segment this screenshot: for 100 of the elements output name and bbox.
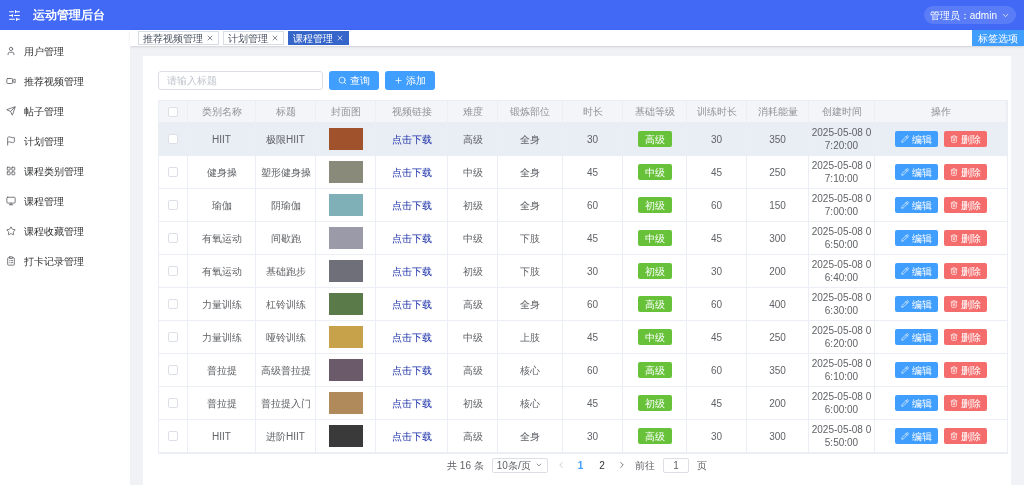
pencil-icon	[901, 168, 909, 176]
checkbox[interactable]	[168, 266, 178, 276]
table-cell: 塑形健身操	[256, 156, 316, 188]
download-link[interactable]: 点击下载	[391, 296, 432, 312]
delete-button[interactable]: 删除	[944, 428, 987, 444]
checkbox[interactable]	[168, 299, 178, 309]
sidebar-item[interactable]: 打卡记录管理	[0, 246, 130, 276]
delete-button[interactable]: 删除	[944, 395, 987, 411]
page-number[interactable]: 2	[595, 457, 609, 473]
edit-button[interactable]: 编辑	[895, 164, 938, 180]
table-cell: 350	[747, 123, 809, 155]
delete-button[interactable]: 删除	[944, 230, 987, 246]
sidebar-item[interactable]: 推荐视频管理	[0, 66, 130, 96]
delete-button[interactable]: 删除	[944, 131, 987, 147]
trash-icon	[950, 267, 958, 275]
checkbox[interactable]	[168, 167, 178, 177]
level-tag: 初级	[637, 263, 672, 279]
table-cell: 高级	[448, 288, 498, 320]
download-link[interactable]: 点击下载	[391, 197, 432, 213]
edit-button[interactable]: 编辑	[895, 428, 938, 444]
edit-button[interactable]: 编辑	[895, 296, 938, 312]
checkbox[interactable]	[168, 398, 178, 408]
page-tab[interactable]: 课程管理	[288, 31, 349, 45]
table-cell: 2025-05-08 05:50:00	[811, 423, 872, 449]
table-cell: 250	[747, 321, 809, 353]
page-number[interactable]: 1	[573, 457, 588, 473]
table-cell: 核心	[498, 387, 563, 419]
delete-button[interactable]: 删除	[944, 296, 987, 312]
user-menu[interactable]: 管理员：admin	[923, 6, 1016, 24]
query-button[interactable]: 查询	[329, 70, 379, 90]
download-link[interactable]: 点击下载	[391, 164, 432, 180]
download-link[interactable]: 点击下载	[391, 329, 432, 345]
download-link[interactable]: 点击下载	[391, 395, 432, 411]
table-cell: 300	[747, 420, 809, 452]
sidebar-item[interactable]: 计划管理	[0, 126, 130, 156]
sidebar-item[interactable]: 用户管理	[0, 36, 130, 66]
tab-options-button[interactable]: 标签选项	[972, 30, 1024, 46]
table-cell: 45	[687, 387, 747, 419]
table-cell: 全身	[498, 156, 563, 188]
goto-page-field[interactable]: 1	[662, 457, 689, 473]
photo-placeholder	[328, 227, 363, 249]
checkbox[interactable]	[168, 134, 178, 144]
close-icon[interactable]	[206, 34, 214, 42]
sidebar-item[interactable]: 课程类别管理	[0, 156, 130, 186]
level-tag: 高级	[637, 131, 672, 147]
download-link[interactable]: 点击下载	[391, 230, 432, 246]
page-size-select[interactable]: 10条/页	[491, 457, 548, 473]
sidebar-item[interactable]: 帖子管理	[0, 96, 130, 126]
edit-button[interactable]: 编辑	[895, 131, 938, 147]
table-cell: 250	[747, 156, 809, 188]
checkbox[interactable]	[168, 106, 178, 117]
checkbox[interactable]	[168, 200, 178, 210]
pencil-icon	[901, 333, 909, 341]
column-header: 类别名称	[188, 101, 256, 122]
checkbox[interactable]	[168, 233, 178, 243]
edit-button[interactable]: 编辑	[895, 395, 938, 411]
sidebar-item[interactable]: 课程收藏管理	[0, 216, 130, 246]
level-tag: 中级	[637, 164, 672, 180]
checkbox[interactable]	[168, 332, 178, 342]
sidebar-item[interactable]: 课程管理	[0, 186, 130, 216]
table-cell: 核心	[498, 354, 563, 386]
download-link[interactable]: 点击下载	[391, 263, 432, 279]
download-link[interactable]: 点击下载	[391, 428, 432, 444]
edit-button[interactable]: 编辑	[895, 197, 938, 213]
photo-placeholder	[328, 359, 363, 381]
download-link[interactable]: 点击下载	[391, 131, 432, 147]
pencil-icon	[901, 135, 909, 143]
caret-icon	[534, 461, 543, 469]
table-cell: 初级	[448, 255, 498, 287]
page-tab[interactable]: 推荐视频管理	[138, 31, 219, 45]
delete-button[interactable]: 删除	[944, 263, 987, 279]
delete-button[interactable]: 删除	[944, 329, 987, 345]
page-tab[interactable]: 计划管理	[223, 31, 284, 45]
checkbox[interactable]	[168, 431, 178, 441]
table-cell: 60	[687, 189, 747, 221]
level-tag: 高级	[637, 296, 672, 312]
pencil-icon	[901, 399, 909, 407]
delete-button[interactable]: 删除	[944, 362, 987, 378]
edit-button[interactable]: 编辑	[895, 230, 938, 246]
table-cell: 有氧运动	[188, 222, 256, 254]
edit-button[interactable]: 编辑	[895, 329, 938, 345]
table-cell: 2025-05-08 06:10:00	[811, 357, 872, 383]
close-icon[interactable]	[271, 34, 279, 42]
edit-button[interactable]: 编辑	[895, 362, 938, 378]
pencil-icon	[901, 366, 909, 374]
menu-icon[interactable]	[8, 8, 21, 22]
table-cell: 350	[747, 354, 809, 386]
table-cell: 200	[747, 387, 809, 419]
delete-button[interactable]: 删除	[944, 197, 987, 213]
photo-placeholder	[328, 392, 363, 414]
trash-icon	[950, 168, 958, 176]
edit-button[interactable]: 编辑	[895, 263, 938, 279]
delete-button[interactable]: 删除	[944, 164, 987, 180]
download-link[interactable]: 点击下载	[391, 362, 432, 378]
trash-icon	[950, 234, 958, 242]
table-cell: 45	[563, 321, 623, 353]
table-cell: 间歇跑	[256, 222, 316, 254]
table-cell: 全身	[498, 288, 563, 320]
add-button[interactable]: 添加	[385, 70, 435, 90]
checkbox[interactable]	[168, 365, 178, 375]
